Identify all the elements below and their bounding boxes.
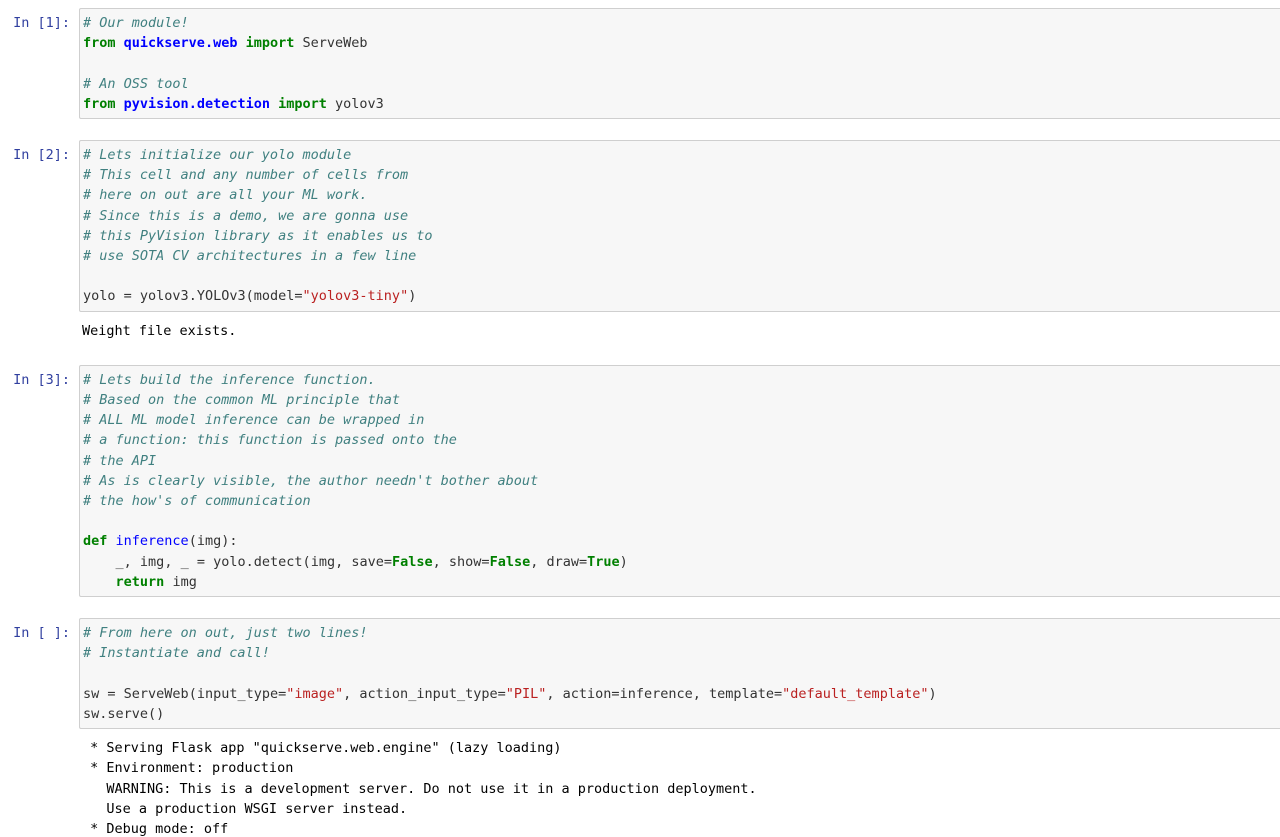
code-editor[interactable]: # From here on out, just two lines! # In…: [79, 618, 1280, 730]
output-text: * Serving Flask app "quickserve.web.engi…: [90, 740, 757, 837]
stdout-output: Weight file exists.: [79, 317, 1280, 344]
code-editor[interactable]: # Our module! from quickserve.web import…: [79, 8, 1280, 120]
code-source[interactable]: # Our module! from quickserve.web import…: [83, 13, 1276, 114]
input-prompt-label: In [1]:: [13, 15, 70, 31]
cell-input-row: In [1]: # Our module! from quickserve.web…: [0, 8, 1280, 120]
cell-input-row: In [2]: # Lets initialize our yolo module…: [0, 140, 1280, 312]
output-text: Weight file exists.: [82, 322, 237, 339]
cell-spacer: [0, 344, 1280, 365]
cell-input-row: In [3]: # Lets build the inference functi…: [0, 364, 1280, 598]
cell-spacer: [0, 119, 1280, 140]
notebook-cell[interactable]: In [3]: # Lets build the inference functi…: [0, 364, 1280, 598]
notebook-cell[interactable]: In [ ]: # From here on out, just two line…: [0, 618, 1280, 837]
cell-output-row: * Serving Flask app "quickserve.web.engi…: [0, 735, 1280, 837]
code-source[interactable]: # Lets build the inference function. # B…: [83, 370, 1276, 592]
input-prompt-label: In [ ]:: [13, 625, 70, 642]
code-source[interactable]: # Lets initialize our yolo module # This…: [83, 145, 1276, 307]
cell-spacer: [0, 597, 1280, 618]
notebook-cell[interactable]: In [1]: # Our module! from quickserve.web…: [0, 8, 1280, 120]
code-source[interactable]: # From here on out, just two lines! # In…: [83, 623, 1276, 724]
code-editor[interactable]: # Lets initialize our yolo module # This…: [79, 140, 1280, 312]
input-prompt-label: In [2]:: [13, 147, 70, 164]
output-prompt-label: [0, 735, 79, 740]
cell-output-row: Weight file exists.: [0, 317, 1280, 344]
cell-input-row: In [ ]: # From here on out, just two line…: [0, 618, 1280, 730]
code-editor[interactable]: # Lets build the inference function. # B…: [79, 364, 1280, 598]
input-prompt-label: In [3]:: [13, 371, 70, 388]
stdout-output: * Serving Flask app "quickserve.web.engi…: [79, 735, 1280, 837]
notebook-container: In [1]: # Our module! from quickserve.web…: [0, 0, 1280, 837]
output-prompt-label: [0, 318, 79, 323]
notebook-cell[interactable]: In [2]: # Lets initialize our yolo module…: [0, 140, 1280, 344]
